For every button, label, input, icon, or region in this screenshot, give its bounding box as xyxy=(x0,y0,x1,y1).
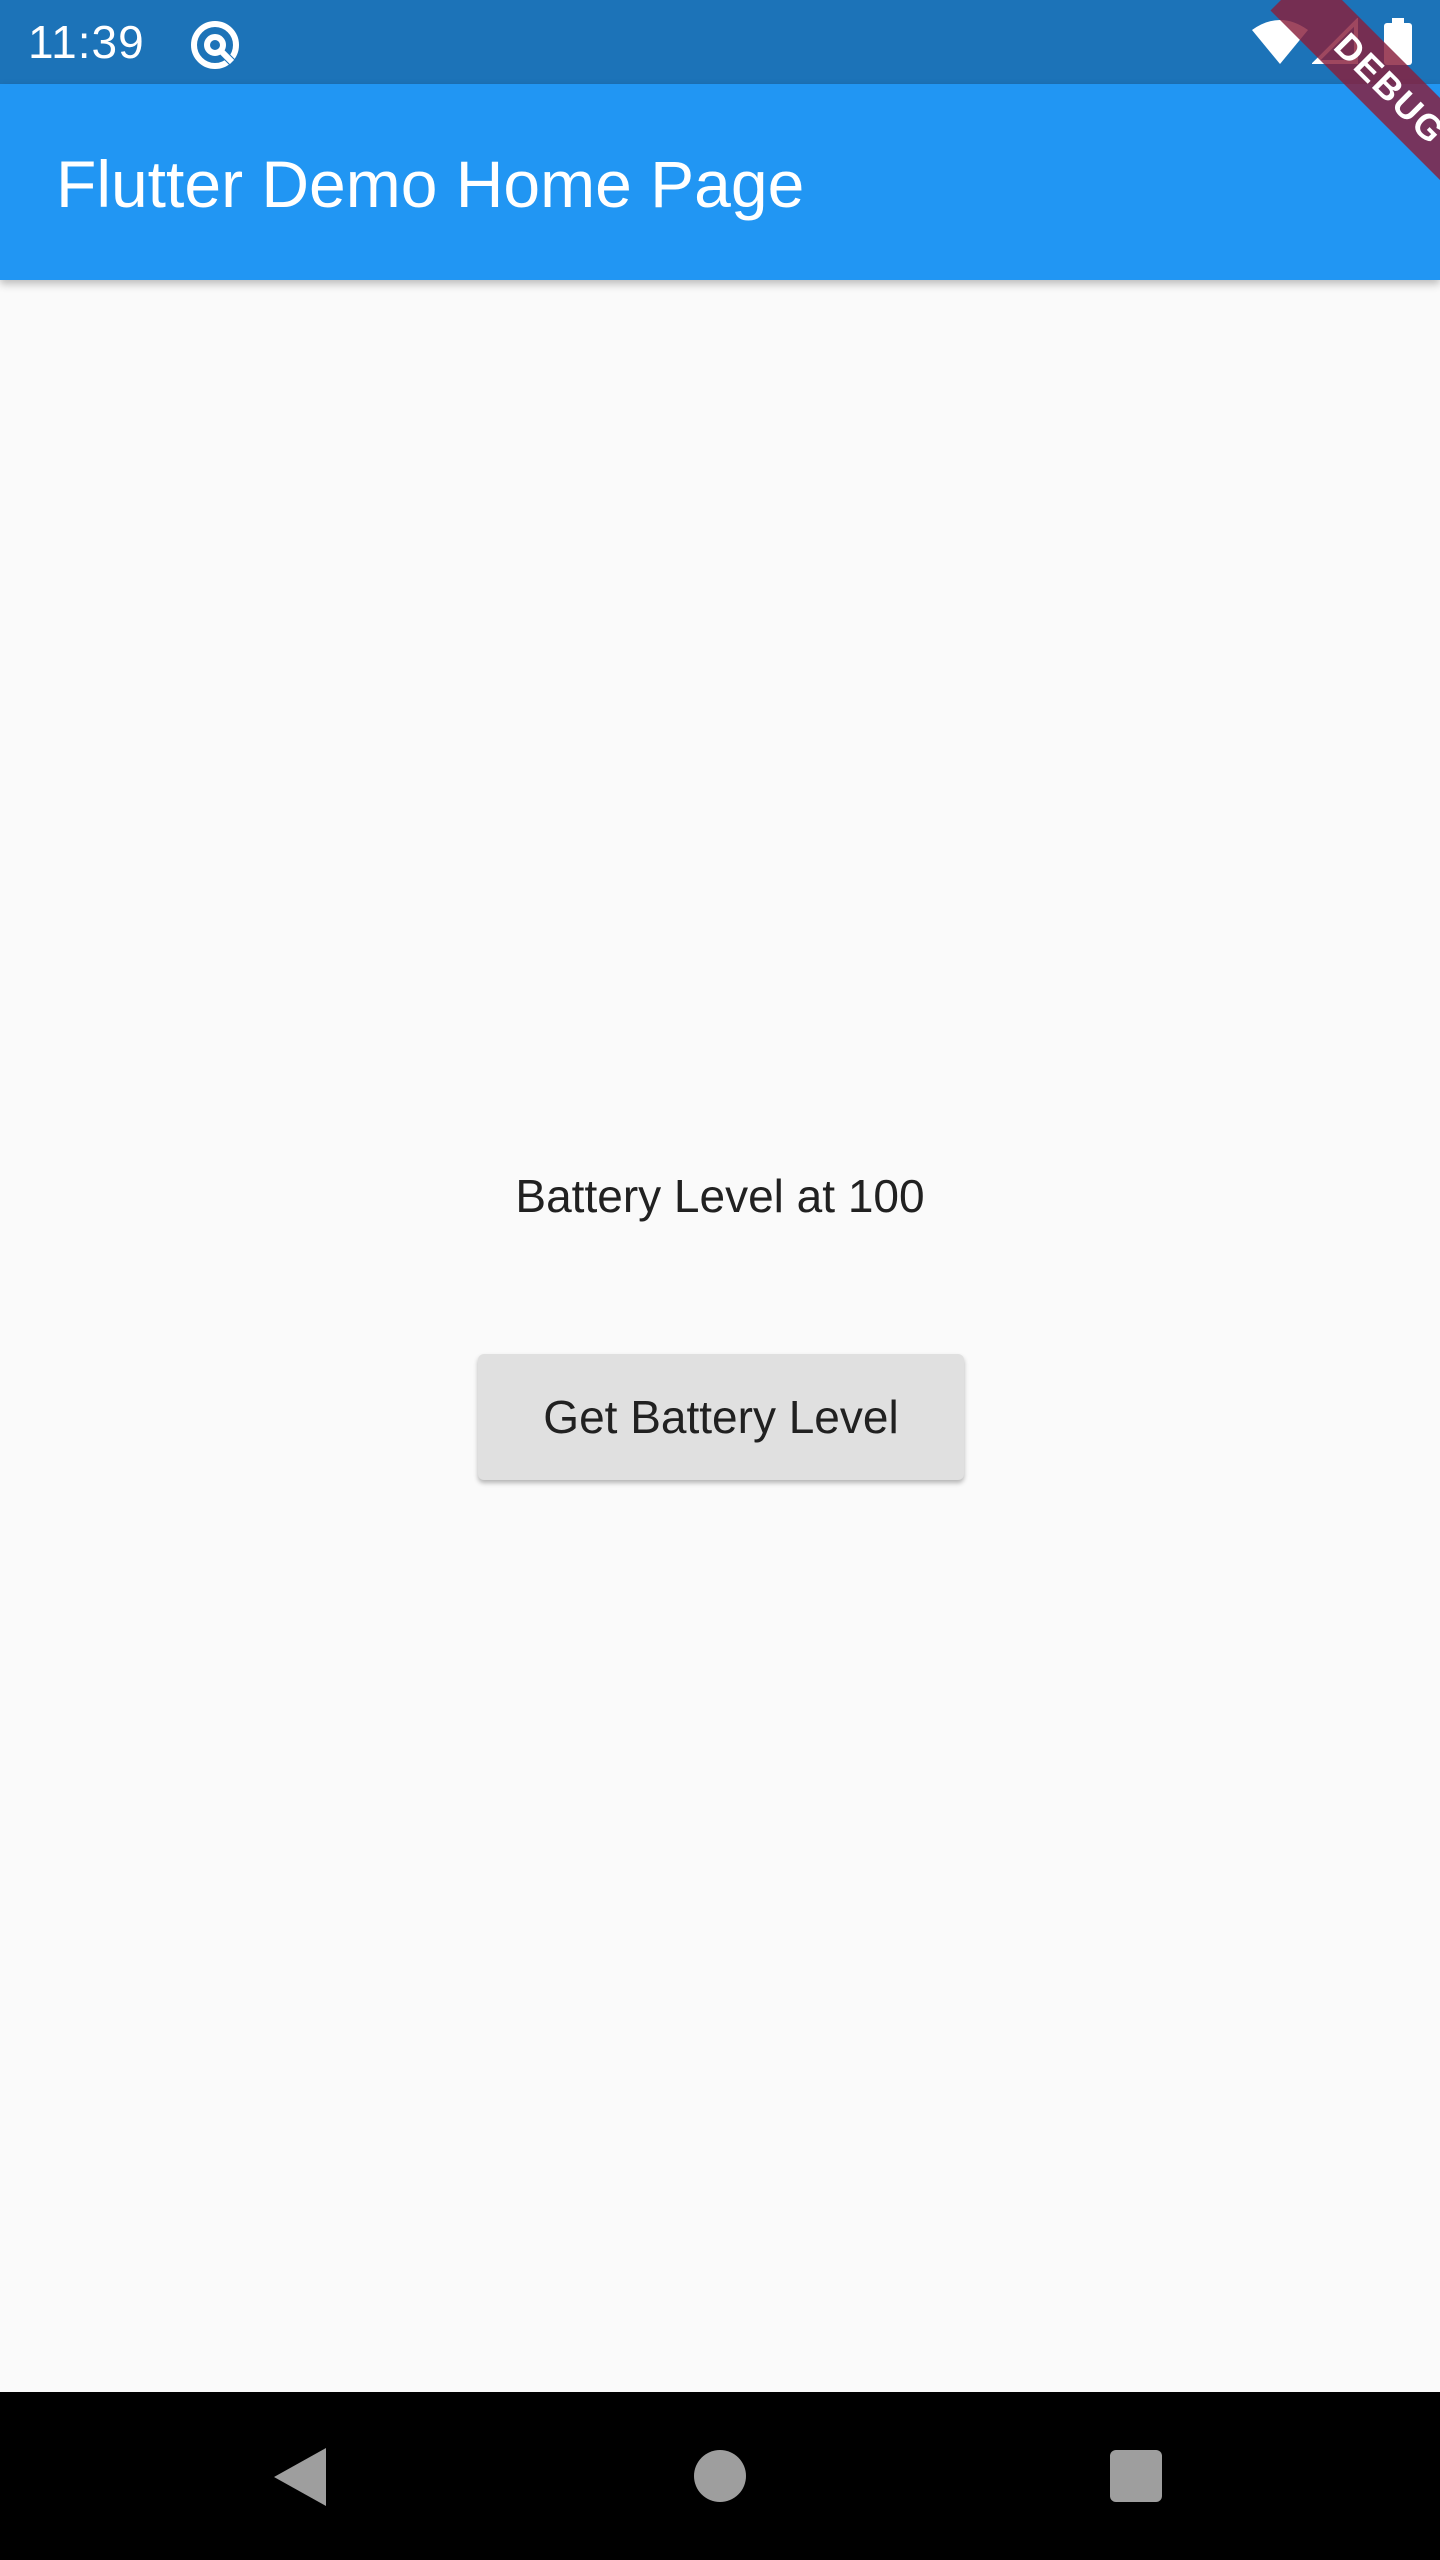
recents-square-icon[interactable] xyxy=(1110,2450,1162,2502)
app-screen: 11:39 Flutter Demo Home Page DEBUG Batte… xyxy=(0,0,1440,2560)
status-bar: 11:39 xyxy=(0,0,1440,84)
get-battery-level-button[interactable]: Get Battery Level xyxy=(478,1354,964,1480)
battery-level-text: Battery Level at 100 xyxy=(515,1170,925,1222)
at-sign-icon xyxy=(191,21,239,69)
status-time: 11:39 xyxy=(28,16,145,68)
back-triangle-icon[interactable] xyxy=(270,2446,330,2508)
home-circle-icon[interactable] xyxy=(694,2450,746,2502)
app-bar: Flutter Demo Home Page xyxy=(0,84,1440,280)
page-title: Flutter Demo Home Page xyxy=(56,147,805,221)
